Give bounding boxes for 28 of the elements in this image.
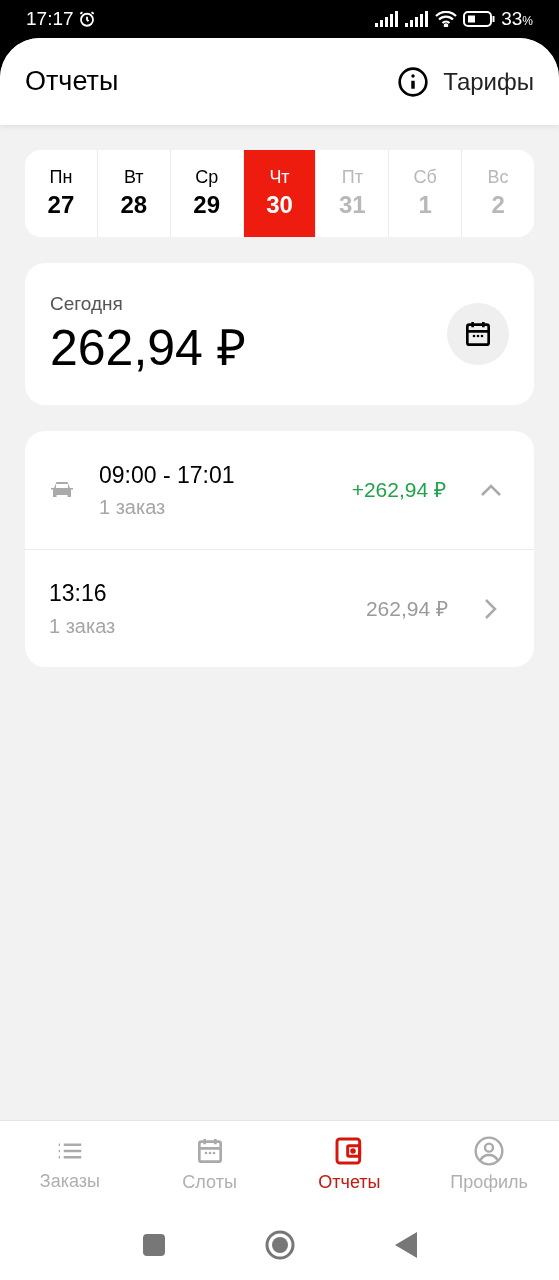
order-count: 1 заказ [49,613,117,639]
tariffs-link[interactable]: Тарифы [397,63,534,100]
recents-button[interactable] [142,1234,165,1256]
shift-time: 09:00 - 17:01 [99,460,236,490]
shift-row[interactable]: 09:00 - 17:01 1 заказ +262,94 ₽ [25,431,534,549]
summary-label: Сегодня [50,291,124,316]
back-button[interactable] [394,1232,417,1258]
wifi-icon [435,11,458,27]
shift-orders: 1 заказ [99,495,167,521]
page-title: Отчеты [25,65,119,99]
shift-total: +262,94 ₽ [351,477,446,504]
signal-icon [375,11,400,27]
signal-icon [405,11,430,27]
chevron-up-icon [480,483,502,497]
order-time: 13:16 [49,579,108,609]
order-row[interactable]: 13:16 1 заказ 262,94 ₽ [25,549,534,667]
battery-level: 33% [501,6,533,31]
summary-amount: 262,94 ₽ [50,319,246,379]
battery-icon [463,11,496,27]
nav-tab[interactable]: Отчеты [279,1121,420,1210]
day-tab[interactable]: Чт 30 [242,150,316,237]
chevron-right-icon [484,597,498,620]
alarm-icon [77,10,96,28]
order-total: 262,94 ₽ [365,595,448,622]
profile-icon [473,1135,506,1167]
info-icon [397,65,430,98]
home-button[interactable] [264,1230,295,1260]
clock-time: 17:17 [26,6,74,31]
